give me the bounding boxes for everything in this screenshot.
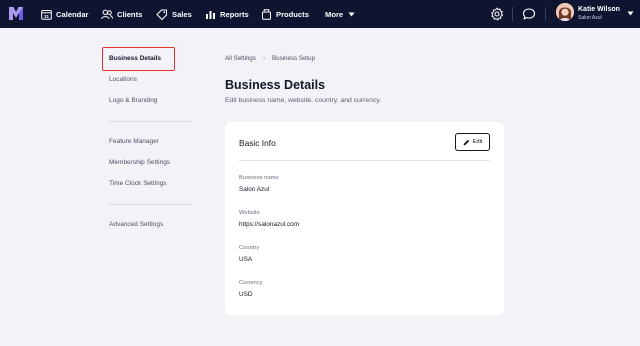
nav-sales-label: Sales [172,9,192,19]
card-divider [239,160,490,161]
nav-sales[interactable]: Sales [156,0,192,28]
sidebar-item-time-clock-settings[interactable]: Time Clock Settings [109,180,167,187]
top-navbar: 31 Calendar Clients Sales Reports Produc… [0,0,640,28]
field-label-business-name: Business name [239,175,279,181]
breadcrumb-all-settings[interactable]: All Settings [225,55,256,62]
sidebar-item-locations[interactable]: Locations [109,76,137,83]
nav-divider [545,7,546,21]
sidebar-item-membership-settings[interactable]: Membership Settings [109,159,170,166]
caret-down-icon [348,12,355,16]
avatar[interactable] [556,3,574,21]
field-value-website: https://salonazul.com [239,221,300,228]
field-value-business-name: Salon Azul [239,186,270,193]
edit-button[interactable]: Edit [455,133,490,151]
user-name[interactable]: Katie Wilson [578,6,620,13]
basic-info-card: Basic Info Edit Business name Salon Azul… [225,122,504,315]
field-value-country: USA [239,256,253,263]
users-icon [101,9,113,19]
tag-icon [156,9,167,20]
nav-clients-label: Clients [117,9,143,19]
sidebar-divider [109,121,193,122]
caret-down-icon[interactable] [627,11,634,16]
field-label-currency: Currency [239,280,263,286]
field-value-currency: USD [239,291,253,298]
user-business: Salon Azul [578,15,602,21]
app-logo-icon[interactable] [9,7,23,20]
sidebar-item-feature-manager[interactable]: Feature Manager [109,138,159,145]
field-label-website: Website [239,210,260,216]
product-box-icon [262,8,271,20]
bar-chart-icon [206,10,215,19]
sidebar-divider [109,204,193,205]
sidebar-item-business-details[interactable]: Business Details [109,55,161,62]
edit-button-label: Edit [472,139,483,145]
pencil-icon [463,139,469,145]
nav-products-label: Products [276,9,309,19]
nav-calendar-label: Calendar [56,9,89,19]
svg-text:31: 31 [44,14,50,19]
nav-clients[interactable]: Clients [101,0,142,28]
page-title: Business Details [225,78,326,92]
nav-divider [512,7,513,21]
breadcrumb-business-setup[interactable]: Business Setup [272,55,315,62]
user-photo-icon [556,3,574,21]
card-title: Basic Info [239,138,276,148]
sidebar-item-advanced-settings[interactable]: Advanced Settings [109,221,163,228]
gear-icon[interactable] [490,7,504,21]
nav-more-label: More [325,9,344,19]
sidebar-item-logo-branding[interactable]: Logo & Branding [109,97,157,104]
page-subtitle: Edit business name, website, country, an… [225,97,382,104]
breadcrumb: All Settings › Business Setup [225,55,315,62]
nav-more-dropdown[interactable]: More [325,0,355,28]
calendar-icon: 31 [41,9,52,20]
chevron-right-icon: › [262,55,266,62]
nav-products[interactable]: Products [261,0,309,28]
nav-calendar[interactable]: 31 Calendar [41,0,89,28]
nav-reports-label: Reports [220,9,249,19]
nav-reports[interactable]: Reports [205,0,249,28]
chat-bubble-icon[interactable] [522,7,536,21]
field-label-country: Country [239,245,260,251]
